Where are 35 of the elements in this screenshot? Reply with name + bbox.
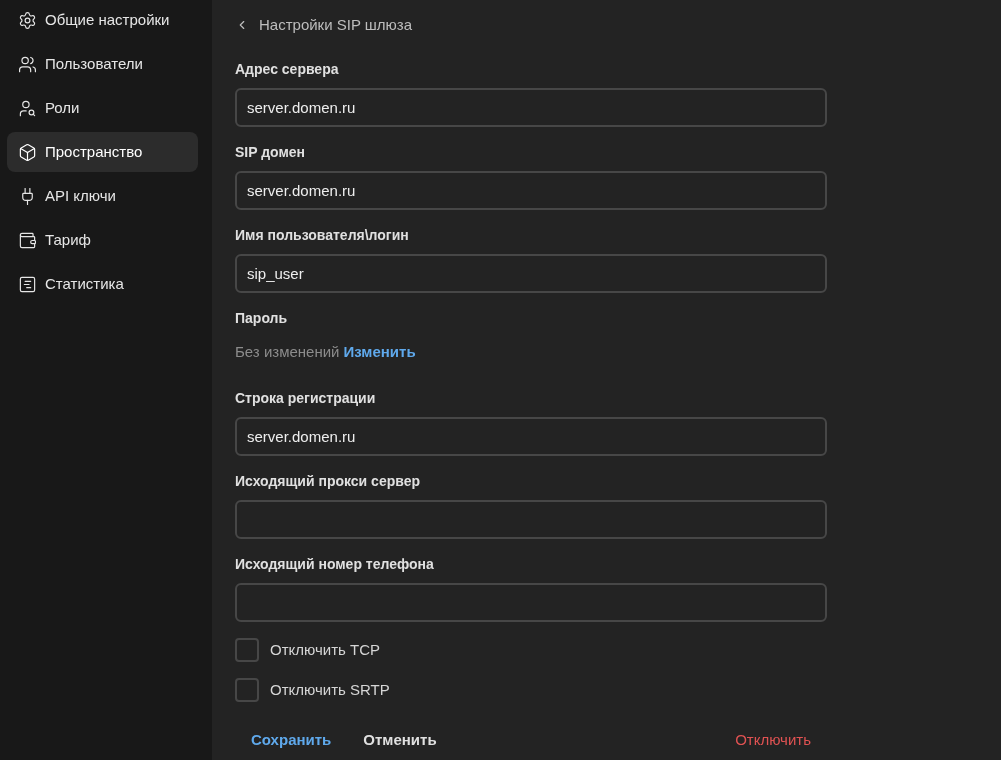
field-label: Пароль <box>235 309 289 327</box>
sidebar-item[interactable]: Статистика <box>7 264 198 304</box>
text-field[interactable] <box>235 583 827 622</box>
settings-icon <box>18 10 37 30</box>
wallet-icon <box>18 230 37 250</box>
field-label: Исходящий прокси сервер <box>235 472 421 490</box>
field-label: Адрес сервера <box>235 60 340 78</box>
page-title: Настройки SIP шлюза <box>259 14 413 35</box>
sidebar-item[interactable]: Роли <box>7 88 198 128</box>
checkbox-label: Отключить TCP <box>270 639 380 660</box>
users-icon <box>18 54 37 74</box>
password-status: Без изменений <box>235 341 340 362</box>
sidebar-item[interactable]: Тариф <box>7 220 198 260</box>
field-label: Строка регистрации <box>235 389 377 407</box>
field-label: Исходящий номер телефона <box>235 555 435 573</box>
sidebar-item[interactable]: Пространство <box>7 132 198 172</box>
checkbox[interactable] <box>235 638 259 662</box>
sidebar-item[interactable]: Пользователи <box>7 44 198 84</box>
text-field[interactable] <box>235 500 827 539</box>
person-search-icon <box>18 98 37 118</box>
text-field[interactable]: server.domen.ru <box>235 417 827 456</box>
checkbox[interactable] <box>235 678 259 702</box>
change-link[interactable]: Изменить <box>343 340 416 364</box>
text-field[interactable]: sip_user <box>235 254 827 293</box>
disable-button[interactable]: Отключить <box>727 724 819 756</box>
field-label: Имя пользователя\логин <box>235 226 410 244</box>
sidebar-item[interactable]: API ключи <box>7 176 198 216</box>
save-button[interactable]: Сохранить <box>243 724 340 756</box>
checkbox-label: Отключить SRTP <box>270 679 390 700</box>
text-field[interactable]: server.domen.ru <box>235 88 827 127</box>
field-label: SIP домен <box>235 143 307 161</box>
text-field[interactable]: server.domen.ru <box>235 171 827 210</box>
sidebar-item[interactable]: Общие настройки <box>7 0 198 40</box>
cancel-button[interactable]: Отменить <box>355 724 445 756</box>
cube-icon <box>18 142 37 162</box>
